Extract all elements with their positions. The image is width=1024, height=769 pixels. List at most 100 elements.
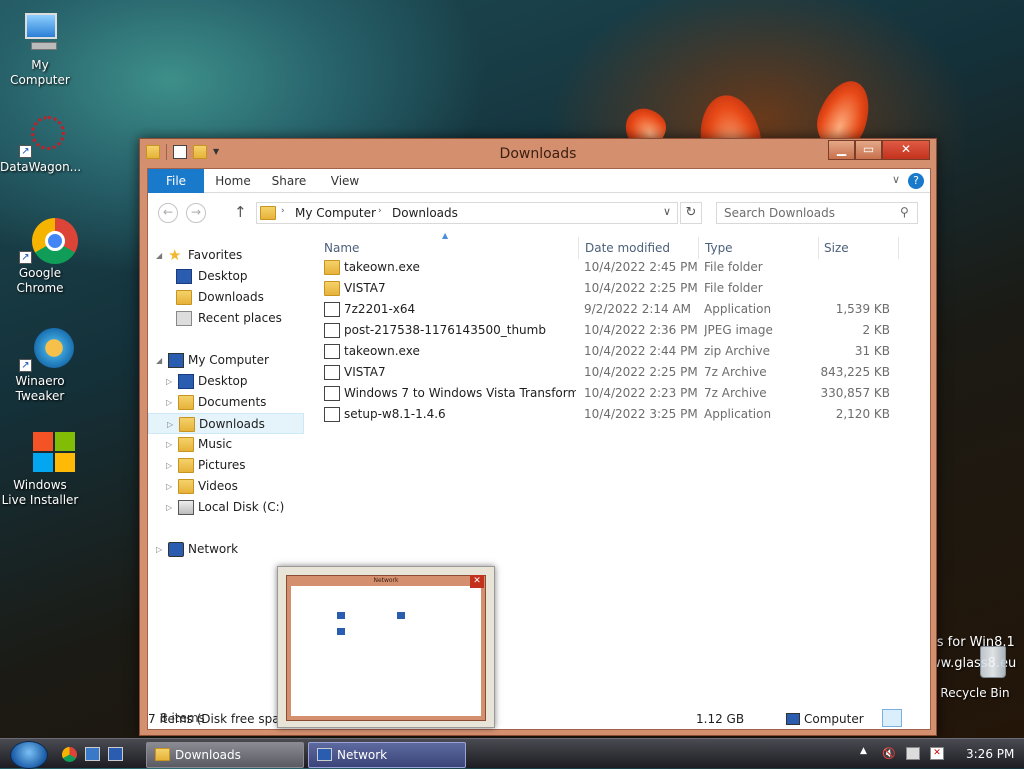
archive-icon (324, 365, 340, 380)
chrome-icon[interactable] (62, 747, 77, 762)
expand-arrow-icon[interactable]: ▷ (166, 392, 176, 413)
expand-arrow-icon[interactable]: ▷ (156, 539, 166, 560)
nav-label: Documents (198, 395, 267, 409)
file-row[interactable]: post-217538-1176143500_thumb 10/4/2022 2:… (316, 320, 916, 341)
column-type[interactable]: Type (705, 241, 733, 255)
breadcrumb-my-computer[interactable]: My Computer (295, 206, 376, 220)
show-hidden-icons-button[interactable]: ▲ (860, 746, 867, 756)
file-row[interactable]: setup-w8.1-1.4.6 10/4/2022 3:25 PM Applica… (316, 404, 916, 425)
network-icon (168, 542, 184, 557)
nav-label: Network (188, 542, 239, 556)
taskbar-button-label: Network (337, 748, 388, 762)
switch-windows-icon[interactable] (108, 747, 123, 761)
address-bar[interactable]: › My Computer › Downloads ∨ (256, 202, 678, 224)
downloads-folder-icon (260, 206, 276, 220)
nav-item-computer-downloads[interactable]: ▷ Downloads (148, 413, 304, 434)
file-row[interactable]: VISTA7 10/4/2022 2:25 PM File folder (316, 278, 916, 299)
expand-arrow-icon[interactable]: ▷ (166, 497, 176, 518)
search-input[interactable]: Search Downloads (716, 202, 918, 224)
ribbon-tabs: File Home Share View ∨ ? (148, 169, 930, 193)
column-divider[interactable] (578, 237, 579, 259)
taskbar-button-downloads[interactable]: Downloads (146, 742, 304, 768)
local-disk-icon (178, 500, 194, 515)
taskbar-button-network[interactable]: Network (308, 742, 466, 768)
nav-label: Pictures (198, 458, 246, 472)
tab-home[interactable]: Home (210, 169, 256, 193)
expand-arrow-icon[interactable]: ▷ (166, 476, 176, 497)
desktop-icon-my-computer[interactable]: My Computer (0, 10, 80, 88)
maximize-button[interactable]: ▭ (855, 140, 882, 160)
expand-arrow-icon[interactable]: ▷ (166, 434, 176, 455)
nav-label: Recent places (198, 311, 282, 325)
tab-file[interactable]: File (148, 169, 204, 193)
column-name[interactable]: Name (324, 241, 359, 255)
nav-label: Local Disk (C:) (198, 500, 285, 514)
explorer-window[interactable]: ▼ Downloads ▁ ▭ ✕ File Home Share View ∨… (139, 138, 937, 736)
shortcut-arrow-icon: ↗ (19, 145, 32, 158)
desktop-icon (176, 269, 192, 284)
thumbnail-close-button[interactable]: ✕ (470, 575, 484, 588)
address-dropdown-icon[interactable]: ∨ (663, 205, 671, 218)
details-bar: 7 items (Disk free space: 1.12 GB Comput… (148, 709, 930, 731)
column-divider[interactable] (818, 237, 819, 259)
file-row[interactable]: VISTA7 10/4/2022 2:25 PM 7z Archive 843,225… (316, 362, 916, 383)
tab-share[interactable]: Share (266, 169, 312, 193)
window-title: Downloads (499, 146, 577, 162)
title-bar[interactable]: ▼ Downloads ▁ ▭ ✕ (140, 139, 936, 168)
downloads-folder-icon (176, 290, 192, 305)
expand-ribbon-icon[interactable]: ∨ (892, 173, 900, 186)
file-size: 1,539 KB (835, 302, 890, 316)
file-type: Application (704, 302, 772, 316)
forward-button[interactable]: → (186, 203, 206, 223)
chrome-icon: ↗ (17, 218, 78, 264)
desktop-icon-windows-live[interactable]: Windows Live Installer (0, 430, 80, 508)
start-button[interactable] (10, 741, 48, 769)
downloads-folder-icon (179, 417, 195, 432)
shortcut-arrow-icon: ↗ (19, 359, 32, 372)
up-button[interactable]: ↑ (234, 203, 247, 221)
breadcrumb-downloads[interactable]: Downloads (392, 206, 458, 220)
file-row[interactable]: takeown.exe 10/4/2022 2:44 PM zip Archive 3… (316, 341, 916, 362)
clock[interactable]: 3:26 PM (966, 747, 1014, 761)
archive-icon (324, 386, 340, 401)
column-date-modified[interactable]: Date modified (585, 241, 670, 255)
desktop-icon-recycle-bin[interactable]: Recycle Bin (935, 640, 1015, 701)
refresh-button[interactable]: ↻ (680, 202, 702, 224)
expand-arrow-icon[interactable]: ▷ (166, 455, 176, 476)
expand-arrow-icon[interactable]: ▷ (167, 414, 177, 435)
minimize-button[interactable]: ▁ (828, 140, 855, 160)
show-desktop-icon[interactable] (85, 747, 100, 761)
file-row[interactable]: 7z2201-x64 9/2/2022 2:14 AM Application 1,5… (316, 299, 916, 320)
collapse-arrow-icon[interactable]: ◢ (156, 245, 166, 266)
volume-muted-icon[interactable]: 🔇 (882, 747, 896, 760)
file-row[interactable]: takeown.exe 10/4/2022 2:45 PM File folder (316, 257, 916, 278)
file-type: 7z Archive (704, 386, 767, 400)
column-size[interactable]: Size (824, 241, 849, 255)
action-center-icon[interactable]: ✕ (930, 747, 944, 760)
datawagon-icon: ↗ (17, 112, 65, 158)
tab-view[interactable]: View (322, 169, 368, 193)
music-folder-icon (178, 437, 194, 452)
desktop-icon-datawagon[interactable]: ↗ DataWagon... (0, 112, 81, 175)
help-icon[interactable]: ? (908, 173, 924, 189)
desktop-icon (178, 374, 194, 389)
file-size: 31 KB (854, 344, 890, 358)
desktop-icon-chrome[interactable]: ↗ Google Chrome (0, 218, 80, 296)
pictures-folder-icon (178, 458, 194, 473)
file-date: 10/4/2022 2:36 PM (584, 323, 698, 337)
file-name: Windows 7 to Windows Vista Transforma... (344, 386, 576, 400)
column-divider[interactable] (698, 237, 699, 259)
column-divider[interactable] (898, 237, 899, 259)
file-row[interactable]: Windows 7 to Windows Vista Transforma...… (316, 383, 916, 404)
file-type: Application (704, 407, 772, 421)
desktop-icon-label: My Computer (10, 58, 70, 87)
collapse-arrow-icon[interactable]: ◢ (156, 350, 166, 371)
taskbar-thumbnail-preview[interactable]: Network ✕ (277, 566, 495, 728)
close-button[interactable]: ✕ (882, 140, 930, 160)
expand-arrow-icon[interactable]: ▷ (166, 371, 176, 392)
file-date: 10/4/2022 2:23 PM (584, 386, 698, 400)
network-status-icon[interactable] (906, 747, 920, 760)
file-date: 10/4/2022 2:44 PM (584, 344, 698, 358)
back-button[interactable]: ← (158, 203, 178, 223)
desktop-icon-winaero[interactable]: ↗ Winaero Tweaker (0, 326, 80, 404)
